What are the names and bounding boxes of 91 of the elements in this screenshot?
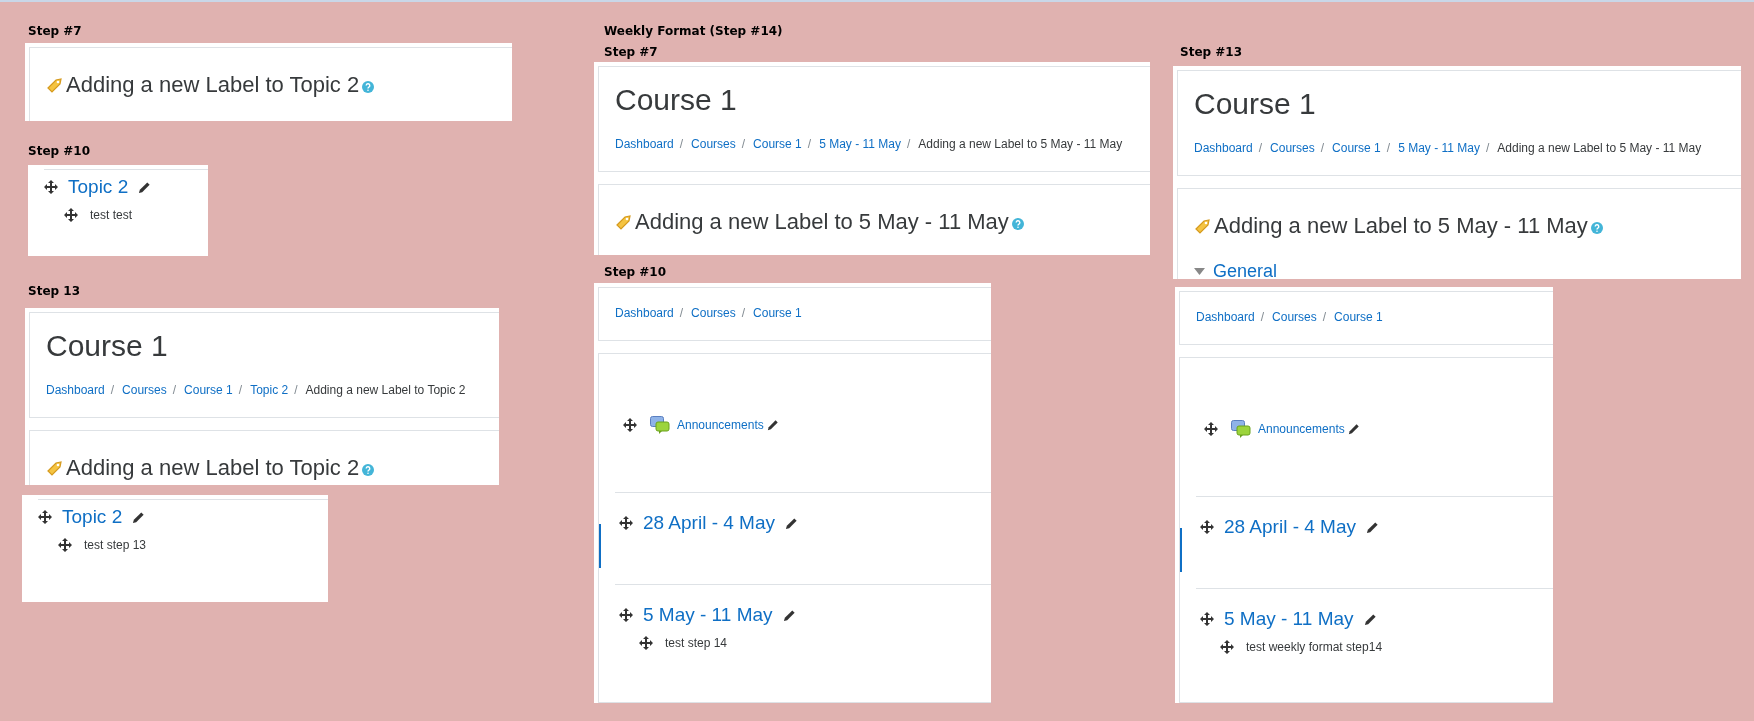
page-heading: Adding a new Label to 5 May - 11 May	[1214, 213, 1588, 239]
speech-bubbles-icon	[1231, 420, 1251, 438]
label-text: test test	[90, 208, 133, 222]
section-title-link[interactable]: Topic 2	[62, 506, 123, 528]
pencil-icon[interactable]	[1347, 423, 1360, 435]
section-title-link[interactable]: Topic 2	[68, 176, 129, 198]
course-title: Course 1	[46, 329, 169, 363]
caret-icon[interactable]	[1194, 268, 1205, 275]
step-caption: Step #7	[28, 24, 82, 38]
breadcrumb-link[interactable]: Course 1	[1332, 141, 1381, 155]
move-icon[interactable]	[1200, 520, 1214, 534]
breadcrumb-link[interactable]: Dashboard	[1196, 310, 1255, 324]
move-icon[interactable]	[623, 418, 637, 432]
breadcrumb-separator: /	[741, 137, 746, 151]
breadcrumb-link[interactable]: Courses	[691, 137, 736, 151]
breadcrumb-link[interactable]: 5 May - 11 May	[1398, 141, 1480, 155]
move-icon[interactable]	[1220, 640, 1234, 654]
breadcrumb-link[interactable]: Topic 2	[250, 383, 289, 397]
move-icon[interactable]	[58, 538, 72, 552]
label-text: test step 13	[84, 538, 147, 552]
breadcrumb-separator: /	[1320, 141, 1325, 155]
move-icon[interactable]	[1200, 612, 1214, 626]
breadcrumb-link[interactable]: Dashboard	[615, 137, 674, 151]
move-icon[interactable]	[619, 516, 633, 530]
label-text: test weekly format step14	[1246, 640, 1383, 654]
fieldset-toggle-link[interactable]: General	[1213, 261, 1278, 279]
tag-icon	[46, 76, 63, 94]
tag-icon	[46, 459, 63, 477]
breadcrumb-link[interactable]: Courses	[1270, 141, 1315, 155]
section-title-link[interactable]: 28 April - 4 May	[643, 512, 775, 534]
page-heading: Adding a new Label to Topic 2	[66, 455, 360, 481]
breadcrumb-separator: /	[1258, 141, 1263, 155]
pencil-icon[interactable]	[785, 516, 798, 530]
page-heading: Adding a new Label to Topic 2	[66, 72, 360, 98]
breadcrumb-current: Adding a new Label to 5 May - 11 May	[1497, 141, 1702, 155]
activity-link[interactable]: Announcements	[1258, 422, 1345, 436]
breadcrumb-link[interactable]: Courses	[1272, 310, 1317, 324]
breadcrumb-link[interactable]: Dashboard	[1194, 141, 1253, 155]
breadcrumb-separator: /	[906, 137, 911, 151]
move-icon[interactable]	[1204, 422, 1218, 436]
breadcrumb-link[interactable]: Courses	[691, 306, 736, 320]
breadcrumb-link[interactable]: Dashboard	[46, 383, 105, 397]
step-caption: Step #13	[1180, 45, 1243, 59]
activity-link[interactable]: Announcements	[677, 418, 764, 432]
pencil-icon[interactable]	[1366, 520, 1379, 534]
move-icon[interactable]	[64, 208, 78, 222]
breadcrumb-separator: /	[110, 383, 115, 397]
breadcrumb-link[interactable]: Course 1	[753, 306, 802, 320]
page-heading: Adding a new Label to 5 May - 11 May	[635, 209, 1009, 235]
breadcrumb-separator: /	[172, 383, 177, 397]
breadcrumb-separator: /	[1485, 141, 1490, 155]
tag-icon	[1194, 217, 1211, 235]
tag-icon	[615, 213, 632, 231]
breadcrumb-separator: /	[1260, 310, 1265, 324]
breadcrumb-separator: /	[294, 383, 298, 397]
course-title: Course 1	[1194, 87, 1317, 121]
label-text: test step 14	[665, 636, 728, 650]
breadcrumb-separator: /	[741, 306, 746, 320]
breadcrumb-link[interactable]: 5 May - 11 May	[819, 137, 901, 151]
section-title-link[interactable]: 5 May - 11 May	[643, 604, 773, 626]
breadcrumb-link[interactable]: Course 1	[184, 383, 233, 397]
step-caption: Step 13	[28, 284, 80, 298]
course-title: Course 1	[615, 83, 738, 117]
breadcrumb-separator: /	[807, 137, 812, 151]
pencil-icon[interactable]	[1363, 612, 1377, 626]
breadcrumb-separator: /	[679, 137, 684, 151]
step-caption: Step #7	[604, 45, 658, 59]
breadcrumb-link[interactable]: Course 1	[1334, 310, 1383, 324]
breadcrumb-separator: /	[1322, 310, 1327, 324]
breadcrumb-link[interactable]: Dashboard	[615, 306, 674, 320]
pencil-icon[interactable]	[766, 419, 779, 431]
breadcrumb-separator: /	[1386, 141, 1391, 155]
breadcrumb-separator: /	[679, 306, 684, 320]
breadcrumb-current: Adding a new Label to Topic 2	[305, 383, 466, 397]
speech-bubbles-icon	[650, 416, 670, 434]
section-title-link[interactable]: 28 April - 4 May	[1224, 516, 1356, 538]
step-caption: Step #10	[28, 144, 91, 158]
move-icon[interactable]	[44, 180, 58, 194]
pencil-icon[interactable]	[132, 510, 146, 524]
move-icon[interactable]	[38, 510, 52, 524]
breadcrumb-current: Adding a new Label to 5 May - 11 May	[918, 137, 1123, 151]
step-caption: Weekly Format (Step #14)	[604, 24, 783, 38]
move-icon[interactable]	[639, 636, 653, 650]
step-caption: Step #10	[604, 265, 667, 279]
breadcrumb-separator: /	[238, 383, 243, 397]
section-title-link[interactable]: 5 May - 11 May	[1224, 608, 1354, 630]
pencil-icon[interactable]	[782, 608, 796, 622]
breadcrumb-link[interactable]: Courses	[122, 383, 167, 397]
move-icon[interactable]	[619, 608, 633, 622]
pencil-icon[interactable]	[138, 180, 152, 194]
breadcrumb-link[interactable]: Course 1	[753, 137, 802, 151]
